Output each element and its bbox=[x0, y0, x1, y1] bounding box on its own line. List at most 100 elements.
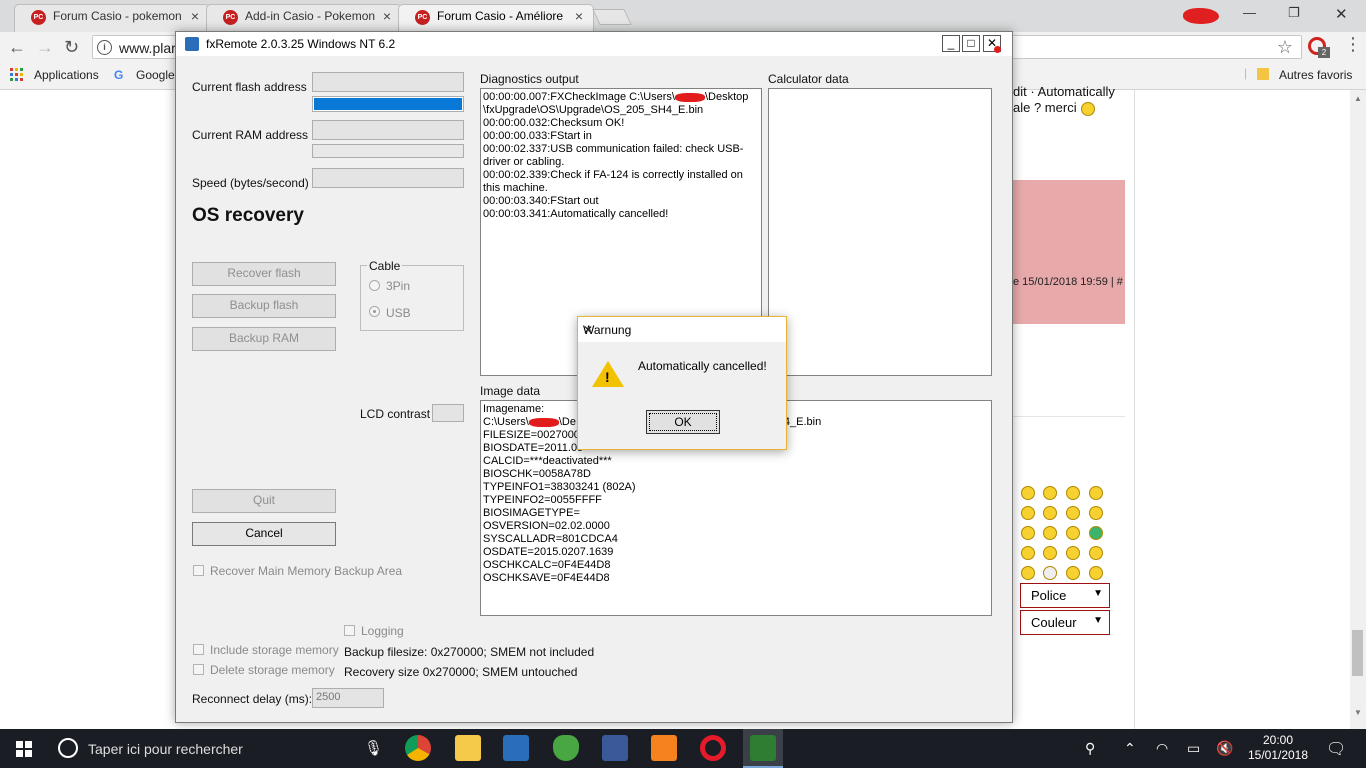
microphone-icon[interactable]: 🎙 bbox=[364, 739, 383, 757]
tray-chevron-up-icon[interactable]: ⌃ bbox=[1124, 740, 1136, 757]
close-tab-icon[interactable]: × bbox=[383, 5, 391, 27]
store-icon[interactable] bbox=[503, 735, 529, 761]
file-explorer-icon[interactable] bbox=[455, 735, 481, 761]
minimize-icon[interactable]: — bbox=[1243, 5, 1256, 20]
apps-grid-icon[interactable] bbox=[10, 68, 24, 82]
redacted-mark bbox=[528, 417, 559, 427]
fxremote-taskbar-icon[interactable] bbox=[750, 735, 776, 761]
backup-flash-button[interactable]: Backup flash bbox=[192, 294, 336, 318]
facebook-icon[interactable] bbox=[602, 735, 628, 761]
close-tab-icon[interactable]: × bbox=[575, 5, 583, 27]
ram-progress-bar bbox=[312, 144, 464, 158]
font-select[interactable]: Police ▼ bbox=[1020, 583, 1110, 608]
logging-checkbox[interactable] bbox=[344, 625, 355, 636]
cable-group-label: Cable bbox=[367, 259, 403, 273]
bookmark-google[interactable]: Google bbox=[136, 68, 175, 82]
page-scroll-thumb[interactable] bbox=[1352, 630, 1363, 676]
radio-usb[interactable] bbox=[369, 306, 380, 317]
browser-tab-3[interactable]: PC Forum Casio - Améliore × bbox=[398, 4, 594, 32]
smiley-icon[interactable] bbox=[1021, 566, 1035, 580]
bookmark-others[interactable]: Autres favoris bbox=[1279, 68, 1352, 82]
smiley-icon[interactable] bbox=[1043, 506, 1057, 520]
more-menu-icon[interactable]: ⋮ bbox=[1344, 34, 1362, 55]
speed-field bbox=[312, 168, 464, 188]
reload-icon[interactable]: ↻ bbox=[64, 36, 79, 58]
image-data-line: TYPEINFO1=38303241 (802A) bbox=[483, 481, 636, 493]
include-storage-checkbox[interactable] bbox=[193, 644, 204, 655]
scroll-up-icon[interactable]: ▲ bbox=[1354, 94, 1362, 103]
radio-3pin[interactable] bbox=[369, 280, 380, 291]
smiley-icon[interactable] bbox=[1066, 546, 1080, 560]
smiley-icon[interactable] bbox=[1021, 526, 1035, 540]
brave-icon[interactable] bbox=[651, 735, 677, 761]
recover-flash-button[interactable]: Recover flash bbox=[192, 262, 336, 286]
chrome-taskbar-icon[interactable] bbox=[405, 735, 431, 761]
browser-tab-1[interactable]: PC Forum Casio - pokemon × bbox=[14, 4, 210, 32]
backup-ram-button[interactable]: Backup RAM bbox=[192, 327, 336, 351]
cancel-button[interactable]: Cancel bbox=[192, 522, 336, 546]
close-icon[interactable]: ✕ bbox=[583, 323, 778, 337]
maximize-icon[interactable]: ❐ bbox=[1288, 5, 1300, 21]
smiley-icon[interactable] bbox=[1089, 566, 1103, 580]
back-icon[interactable]: ← bbox=[8, 36, 26, 58]
smiley-icon[interactable] bbox=[1021, 546, 1035, 560]
image-data-line: SYSCALLADR=801CDCA4 bbox=[483, 533, 618, 545]
pointing-hand-icon[interactable] bbox=[1043, 566, 1057, 580]
calculator-data-box[interactable] bbox=[768, 88, 992, 376]
action-center-icon[interactable]: 🗨 bbox=[1326, 739, 1346, 759]
smiley-icon[interactable] bbox=[1021, 486, 1035, 500]
ok-button[interactable]: OK bbox=[646, 410, 720, 434]
smiley-icon[interactable] bbox=[1089, 546, 1103, 560]
smiley-icon[interactable] bbox=[1089, 506, 1103, 520]
windows-start-icon[interactable] bbox=[16, 741, 32, 757]
smiley-icon[interactable] bbox=[1043, 526, 1057, 540]
new-tab-button[interactable] bbox=[592, 9, 632, 25]
people-icon[interactable]: ⚲ bbox=[1085, 740, 1095, 757]
diagnostics-line: 00:00:00.032:Checksum OK! bbox=[483, 117, 625, 129]
volume-muted-icon[interactable]: 🔇 bbox=[1216, 740, 1233, 757]
delete-storage-checkbox[interactable] bbox=[193, 664, 204, 675]
opera-icon[interactable] bbox=[700, 735, 726, 761]
smiley-icon[interactable] bbox=[1066, 526, 1080, 540]
minimize-icon[interactable]: _ bbox=[942, 35, 960, 52]
close-tab-icon[interactable]: × bbox=[191, 5, 199, 27]
color-select[interactable]: Couleur ▼ bbox=[1020, 610, 1110, 635]
info-icon[interactable]: i bbox=[97, 40, 112, 55]
scroll-down-icon[interactable]: ▼ bbox=[1354, 708, 1362, 717]
profile-avatar-icon[interactable] bbox=[1183, 8, 1219, 24]
cable-groupbox bbox=[360, 265, 464, 331]
taskbar-clock[interactable]: 20:00 15/01/2018 bbox=[1246, 733, 1310, 763]
forward-icon[interactable]: → bbox=[36, 36, 54, 58]
image-data-line: BIOSIMAGETYPE= bbox=[483, 507, 580, 519]
url-text[interactable]: www.plar bbox=[119, 40, 176, 56]
wifi-icon[interactable]: ◠ bbox=[1156, 740, 1168, 757]
smiley-icon[interactable] bbox=[1089, 486, 1103, 500]
quit-button[interactable]: Quit bbox=[192, 489, 336, 513]
smiley-icon[interactable] bbox=[1066, 566, 1080, 580]
battery-icon[interactable]: ▭ bbox=[1187, 740, 1200, 757]
smiley-icon[interactable] bbox=[1043, 486, 1057, 500]
close-icon[interactable]: ✕ bbox=[1335, 5, 1348, 23]
smiley-icon[interactable] bbox=[1089, 526, 1103, 540]
maximize-icon[interactable]: □ bbox=[962, 35, 980, 52]
bookmark-star-icon[interactable]: ☆ bbox=[1277, 37, 1293, 58]
divider bbox=[1013, 416, 1125, 417]
bookmark-apps[interactable]: Applications bbox=[34, 68, 99, 82]
reconnect-delay-field[interactable]: 2500 bbox=[312, 688, 384, 708]
recover-main-memory-checkbox[interactable] bbox=[193, 565, 204, 576]
ram-address-field bbox=[312, 120, 464, 140]
folder-icon bbox=[1257, 68, 1269, 80]
smiley-icon[interactable] bbox=[1043, 546, 1057, 560]
lcd-contrast-field[interactable] bbox=[432, 404, 464, 422]
delete-storage-label: Delete storage memory bbox=[210, 663, 335, 677]
browser-tab-2[interactable]: PC Add-in Casio - Pokemon × bbox=[206, 4, 402, 32]
taskbar-search[interactable]: Taper ici pour rechercher bbox=[88, 741, 243, 757]
dialog-titlebar[interactable]: Warnung ✕ bbox=[578, 317, 786, 342]
smiley-icon[interactable] bbox=[1066, 506, 1080, 520]
sims-icon[interactable] bbox=[553, 735, 579, 761]
fxremote-titlebar[interactable]: fxRemote 2.0.3.25 Windows NT 6.2 _ □ ✕ bbox=[176, 32, 1012, 56]
smiley-icon[interactable] bbox=[1066, 486, 1080, 500]
radio-usb-label: USB bbox=[386, 306, 411, 320]
smiley-icon[interactable] bbox=[1021, 506, 1035, 520]
cortana-icon[interactable] bbox=[58, 738, 78, 758]
